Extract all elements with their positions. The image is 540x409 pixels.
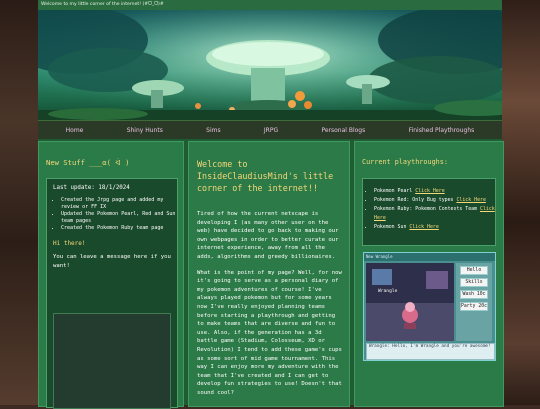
virtual-pet-game[interactable]: New Wrangle Wrangle Hello Skills Wash 10… [363,252,496,361]
playthrough-link[interactable]: Click Here [415,188,444,194]
message-box[interactable] [53,313,171,409]
nav-jrpg[interactable]: JRPG [264,127,278,134]
game-skills-button[interactable]: Skills [460,278,488,287]
playthrough-name: Pokemon Pearl [374,188,413,194]
middle-column: Welcome to InsideClaudiusMind's little c… [188,141,350,407]
update-item: Updated the Pokemon Pearl, Red and Sun t… [61,211,177,225]
pet-name-label: Wrangle [378,289,398,294]
update-list: Created the Jrpg page and added my revie… [47,197,177,232]
welcome-paragraph: What is the point of my page? Well, for … [197,269,342,396]
playthrough-item: Pokemon Red: Only Bug types Click Here [374,196,495,205]
header-banner [38,10,502,120]
game-wash-button[interactable]: Wash 10c [460,290,488,299]
background-right [502,0,540,405]
playthrough-name: Pokemon Red: Only Bug types [374,197,454,203]
left-column-title: New Stuff ___α( ᐛ ) [46,158,130,167]
playthrough-item: Pokemon Ruby: Pokemon Contests Team Clic… [374,205,495,223]
game-dialog: Wrangle: Hello, I'm Wrangle and you're a… [366,343,495,360]
playthroughs-box: Pokemon Pearl Click Here Pokemon Red: On… [362,178,496,246]
main-nav: Home Shiny Hunts Sims JRPG Personal Blog… [38,120,502,139]
game-status-bar: New Wrangle [364,253,495,261]
welcome-text: Tired of how the current netscape is dev… [197,210,343,404]
game-party-button[interactable]: Party 20c [460,302,488,311]
new-stuff-box: Last update: 18/1/2024 Created the Jrpg … [46,178,178,409]
left-column: New Stuff ___α( ᐛ ) Last update: 18/1/20… [38,141,184,409]
playthrough-item: Pokemon Pearl Click Here [374,187,495,196]
nav-home[interactable]: Home [66,127,84,134]
playthrough-link[interactable]: Click Here [409,224,438,230]
game-menu: Hello Skills Wash 10c Party 20c [456,263,492,341]
last-update: Last update: 18/1/2024 [53,185,130,191]
playthrough-link[interactable]: Click Here [456,197,485,203]
greeting: Hi there! [53,240,86,247]
playthrough-list: Pokemon Pearl Click Here Pokemon Red: On… [363,187,495,232]
playthrough-name: Pokemon Ruby: Pokemon Contests Team [374,206,478,212]
playthrough-item: Pokemon Sun Click Here [374,223,495,232]
update-item: Created the Jrpg page and added my revie… [61,197,177,211]
game-scene [366,263,454,341]
banner-illustration [38,10,502,120]
background-left [0,0,38,405]
game-hello-button[interactable]: Hello [460,266,488,275]
message-prompt: You can leave a message here if you want… [53,254,171,269]
topbar-title: Welcome to my little corner of the inter… [38,0,502,10]
welcome-paragraph: Tired of how the current netscape is dev… [197,211,339,260]
nav-personal-blogs[interactable]: Personal Blogs [321,127,365,134]
site-container: Welcome to my little corner of the inter… [38,0,504,409]
game-field: Wrangle [366,263,454,341]
nav-finished-playthroughs[interactable]: Finished Playthroughs [409,127,475,134]
update-item: Created the Pokemon Ruby team page [61,225,177,232]
nav-shiny-hunts[interactable]: Shiny Hunts [127,127,163,134]
right-column-title: Current playthroughs: [362,158,448,166]
welcome-title: Welcome to InsideClaudiusMind's little c… [197,159,334,193]
nav-sims[interactable]: Sims [206,127,220,134]
right-column: Current playthroughs: Pokemon Pearl Clic… [354,141,504,407]
playthrough-name: Pokemon Sun [374,224,407,230]
